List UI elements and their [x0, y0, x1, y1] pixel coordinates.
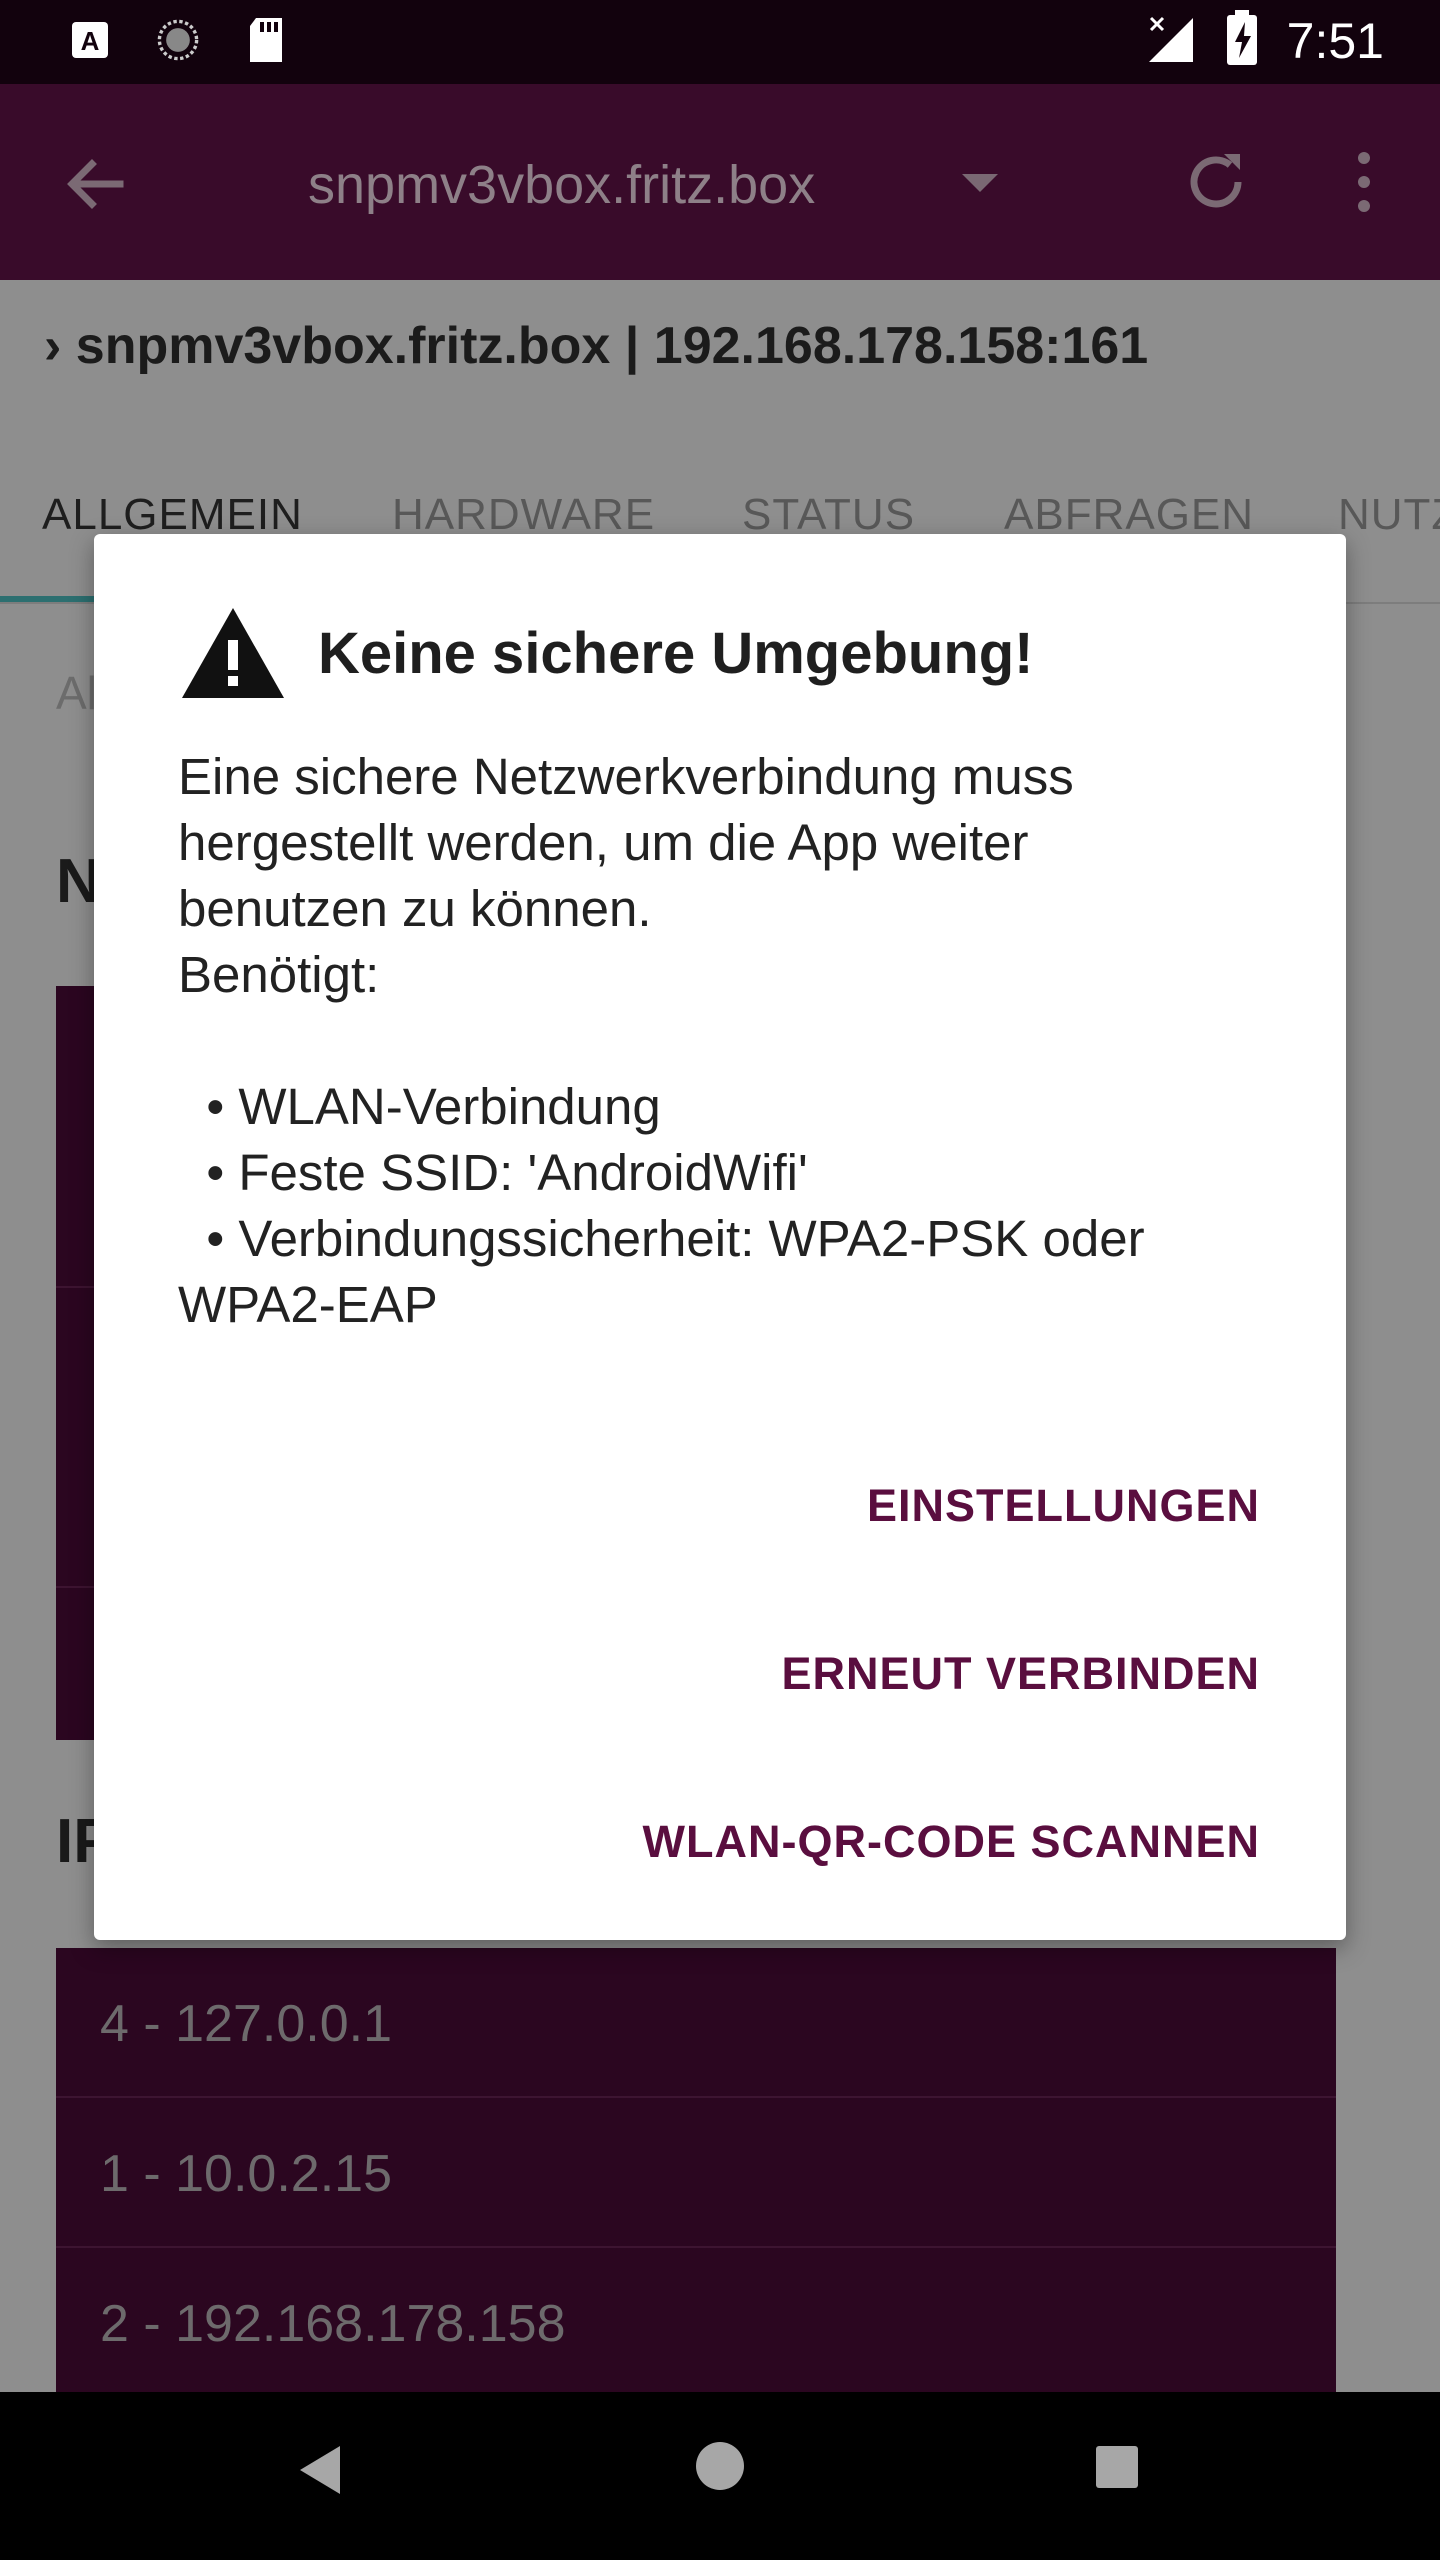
tab-allgemein[interactable]: ALLGEMEIN	[42, 490, 303, 540]
app-toolbar: snpmv3vbox.fritz.box	[0, 84, 1440, 280]
status-time: 7:51	[1286, 12, 1384, 69]
tab-hardware[interactable]: HARDWARE	[392, 490, 655, 540]
nav-home-icon[interactable]	[696, 2442, 744, 2490]
security-dialog: Keine sichere Umgebung! Eine sichere Net…	[94, 534, 1346, 1940]
message-line: WPA2-EAP	[178, 1276, 438, 1333]
message-line	[178, 1008, 1268, 1074]
status-bar: A 7:51	[0, 0, 1440, 84]
list-item[interactable]: 4 - 127.0.0.1	[56, 1948, 1336, 2098]
more-vert-icon[interactable]	[1336, 146, 1392, 218]
message-line: • Verbindungssicherheit: WPA2-PSK oder	[178, 1210, 1145, 1267]
signal-no-data-icon	[1145, 12, 1197, 69]
reconnect-button[interactable]: ERNEUT VERBINDEN	[781, 1648, 1260, 1700]
message-line: • WLAN-Verbindung	[178, 1078, 661, 1135]
text-a-icon: A	[68, 18, 112, 62]
ip-text: 1 - 10.0.2.15	[100, 2145, 392, 2203]
nav-recents-icon[interactable]	[1096, 2446, 1138, 2488]
breadcrumb: › snpmv3vbox.fritz.box | 192.168.178.158…	[44, 316, 1148, 376]
battery-charging-icon	[1225, 10, 1259, 71]
sd-card-icon	[244, 18, 288, 62]
svg-text:A: A	[81, 26, 100, 56]
settings-button[interactable]: EINSTELLUNGEN	[867, 1480, 1260, 1532]
navigation-bar	[0, 2392, 1440, 2560]
partial-label: Al	[56, 667, 97, 719]
ip-text: 4 - 127.0.0.1	[100, 1995, 392, 2053]
tab-status[interactable]: STATUS	[742, 490, 915, 540]
ip-list: 4 - 127.0.0.1 1 - 10.0.2.15 2 - 192.168.…	[56, 1948, 1336, 2398]
message-line: Benötigt:	[178, 946, 380, 1003]
tab-nutz[interactable]: NUTZ	[1338, 490, 1440, 540]
ip-text: 2 - 192.168.178.158	[100, 2295, 566, 2353]
message-line: • Feste SSID: 'AndroidWifi'	[178, 1144, 808, 1201]
refresh-icon[interactable]	[1180, 146, 1252, 218]
message-line: benutzen zu können.	[178, 880, 652, 937]
nav-back-icon[interactable]	[300, 2446, 340, 2494]
dialog-message: Eine sichere Netzwerkverbindung muss her…	[178, 744, 1268, 1338]
dropdown-icon[interactable]	[962, 174, 998, 192]
tab-abfragen[interactable]: ABFRAGEN	[1004, 490, 1254, 540]
list-item[interactable]: 1 - 10.0.2.15	[56, 2098, 1336, 2248]
list-item[interactable]: 2 - 192.168.178.158	[56, 2248, 1336, 2398]
message-line: Eine sichere Netzwerkverbindung muss	[178, 748, 1074, 805]
warning-icon	[180, 606, 286, 700]
host-title[interactable]: snpmv3vbox.fritz.box	[308, 154, 815, 216]
dialog-title: Keine sichere Umgebung!	[318, 621, 1034, 686]
scan-qr-button[interactable]: WLAN-QR-CODE SCANNEN	[643, 1816, 1260, 1868]
message-line: hergestellt werden, um die App weiter	[178, 814, 1029, 871]
sync-circle-icon	[156, 18, 200, 62]
chevron-right-icon: ›	[44, 317, 62, 375]
back-arrow-icon[interactable]	[56, 144, 136, 224]
breadcrumb-text: snpmv3vbox.fritz.box | 192.168.178.158:1…	[75, 317, 1149, 375]
